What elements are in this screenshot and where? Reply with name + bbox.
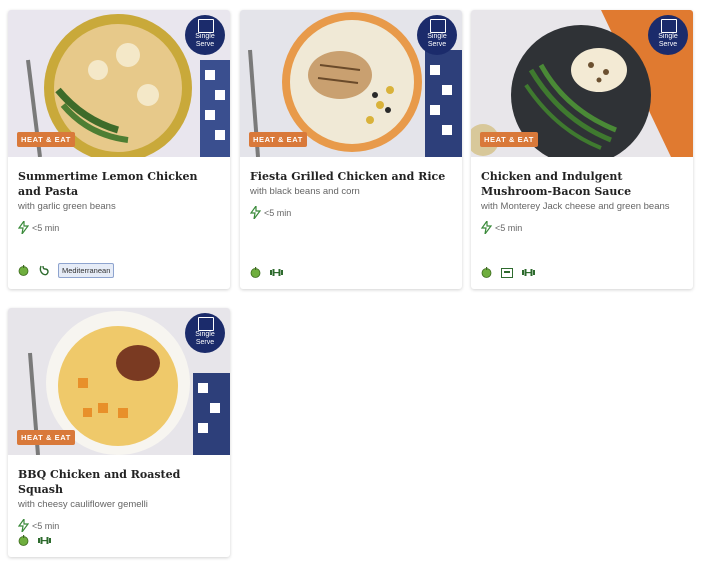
meal-image: Single Serve HEAT & EAT: [8, 10, 230, 157]
stomach-icon[interactable]: [38, 265, 49, 276]
heat-and-eat-tag: HEAT & EAT: [17, 132, 75, 147]
dumbbell-icon[interactable]: [270, 268, 283, 277]
single-serve-badge: Single Serve: [417, 15, 457, 55]
meal-image: Single Serve HEAT & EAT: [8, 308, 230, 455]
cuisine-tag[interactable]: Mediterranean: [58, 263, 115, 278]
prep-time: <5 min: [18, 519, 220, 532]
apple-icon[interactable]: [18, 535, 29, 546]
meal-title[interactable]: Fiesta Grilled Chicken and Rice: [250, 169, 452, 184]
meal-card[interactable]: Single Serve HEAT & EAT Chicken and Indul…: [471, 10, 693, 289]
meal-card[interactable]: Single Serve HEAT & EAT Fiesta Grilled Ch…: [240, 10, 462, 289]
lightning-icon: [18, 519, 29, 532]
single-serve-badge: Single Serve: [185, 313, 225, 353]
heat-and-eat-tag: HEAT & EAT: [480, 132, 538, 147]
apple-icon[interactable]: [18, 265, 29, 276]
meal-subtitle: with cheesy cauliflower gemelli: [18, 499, 148, 510]
lightning-icon: [250, 206, 261, 219]
container-icon: [661, 19, 677, 33]
prep-time: <5 min: [481, 221, 683, 234]
single-serve-badge: Single Serve: [648, 15, 688, 55]
prep-time: <5 min: [250, 206, 452, 219]
meal-subtitle: with Monterey Jack cheese and green bean…: [481, 201, 670, 212]
dumbbell-icon[interactable]: [38, 536, 51, 545]
single-serve-badge: Single Serve: [185, 15, 225, 55]
dumbbell-icon[interactable]: [522, 268, 535, 277]
meal-card[interactable]: Single Serve HEAT & EAT Summertime Lemon …: [8, 10, 230, 289]
lightning-icon: [18, 221, 29, 234]
container-icon: [198, 19, 214, 33]
container-icon: [198, 317, 214, 331]
meal-title[interactable]: Chicken and Indulgent Mushroom-Bacon Sau…: [481, 169, 683, 199]
meal-card[interactable]: Single Serve HEAT & EAT BBQ Chicken and R…: [8, 308, 230, 557]
container-icon: [430, 19, 446, 33]
meal-title[interactable]: Summertime Lemon Chicken and Pasta: [18, 169, 220, 199]
heat-and-eat-tag: HEAT & EAT: [249, 132, 307, 147]
apple-icon[interactable]: [481, 267, 492, 278]
heat-and-eat-tag: HEAT & EAT: [17, 430, 75, 445]
meal-subtitle: with black beans and corn: [250, 186, 360, 197]
scale-icon[interactable]: [501, 267, 513, 278]
meal-subtitle: with garlic green beans: [18, 201, 116, 212]
meal-title[interactable]: BBQ Chicken and Roasted Squash: [18, 467, 220, 497]
apple-icon[interactable]: [250, 267, 261, 278]
lightning-icon: [481, 221, 492, 234]
meal-image: Single Serve HEAT & EAT: [471, 10, 693, 157]
prep-time: <5 min: [18, 221, 220, 234]
meal-image: Single Serve HEAT & EAT: [240, 10, 462, 157]
